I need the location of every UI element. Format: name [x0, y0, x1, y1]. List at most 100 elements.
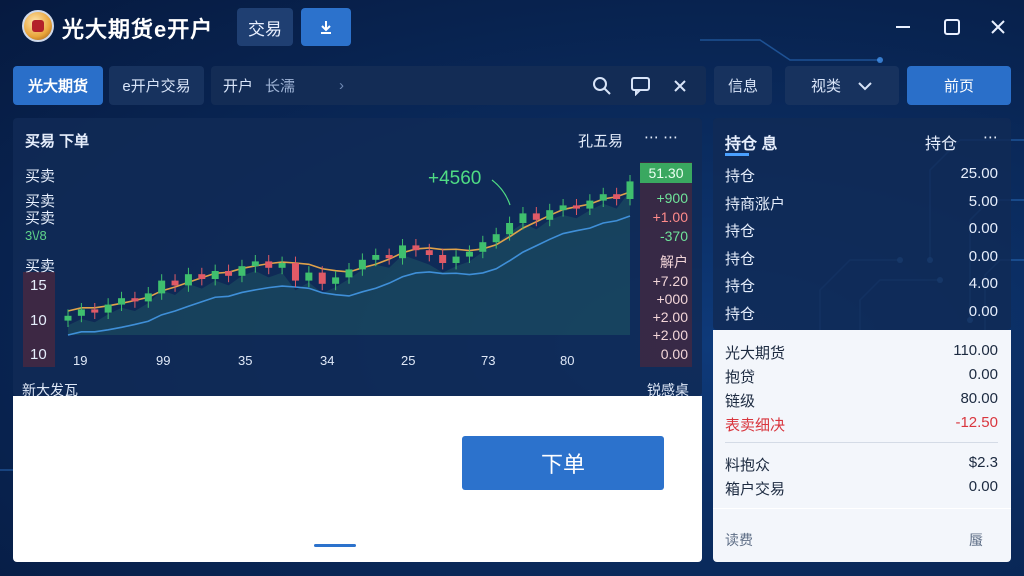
candle[interactable] [599, 194, 607, 201]
summary-value: -12.50 [955, 414, 998, 431]
candle[interactable] [198, 274, 206, 279]
summary-row: 光大期货 110.00 [725, 342, 998, 363]
summary-value: 0.00 [968, 366, 998, 383]
position-row[interactable]: 持商涨户 5.00 [725, 193, 998, 214]
candle[interactable] [64, 315, 72, 321]
candle[interactable] [399, 245, 407, 259]
candle[interactable] [265, 261, 273, 268]
position-row[interactable]: 持仓 25.00 [725, 165, 998, 186]
summary-row: 箱户交易 0.00 [725, 478, 998, 499]
candle[interactable] [479, 242, 487, 252]
candle[interactable] [532, 213, 540, 220]
candle[interactable] [626, 181, 634, 199]
position-row[interactable]: 持仓 4.00 [725, 275, 998, 296]
place-order-button[interactable]: 下单 [462, 436, 664, 490]
summary-value: 110.00 [953, 342, 998, 359]
candle[interactable] [225, 271, 233, 276]
position-value: 0.00 [968, 247, 998, 265]
summary-label: 箱户交易 [725, 481, 786, 498]
position-label: 持仓 [725, 223, 756, 240]
side-value: +1.00 [652, 209, 688, 225]
candle[interactable] [291, 263, 299, 281]
candle[interactable] [358, 259, 366, 270]
candle[interactable] [519, 213, 527, 223]
candle[interactable] [559, 205, 567, 211]
x-tick-label: 73 [481, 353, 496, 368]
positions-header-right: 持仓 [925, 136, 958, 153]
candle[interactable] [506, 223, 514, 235]
candle[interactable] [131, 298, 139, 302]
side-value: -370 [659, 228, 688, 244]
summary-row: 料抱众 $2.3 [725, 454, 998, 475]
candle[interactable] [546, 210, 554, 220]
candle[interactable] [492, 234, 500, 243]
position-value: 5.00 [968, 192, 998, 210]
position-row[interactable]: 持仓 0.00 [725, 248, 998, 269]
candle[interactable] [318, 272, 326, 284]
position-value: 4.00 [968, 275, 998, 292]
side-value: 解户 [660, 254, 688, 270]
candle[interactable] [278, 263, 286, 268]
more-icon[interactable]: ⋯ [983, 128, 998, 146]
summary-label: 料抱众 [725, 457, 771, 474]
summary-value: 0.00 [968, 478, 998, 495]
candle[interactable] [158, 280, 166, 294]
side-value: 0.00 [660, 346, 688, 362]
candle[interactable] [118, 298, 126, 305]
candle[interactable] [613, 194, 621, 199]
x-tick-label: 99 [156, 353, 171, 368]
candle[interactable] [345, 269, 353, 278]
position-label: 持仓 [725, 278, 756, 295]
side-value: +2.00 [652, 327, 688, 343]
side-value: 51.30 [640, 163, 692, 183]
candle[interactable] [439, 255, 447, 263]
candle[interactable] [372, 255, 380, 260]
x-tick-label: 80 [560, 353, 575, 368]
summary-footer-right[interactable]: 蜃 [969, 530, 983, 550]
candle[interactable] [586, 200, 594, 209]
position-label: 持商涨户 [725, 195, 786, 213]
candle[interactable] [425, 250, 433, 255]
candle[interactable] [238, 266, 246, 276]
position-row[interactable]: 持仓 0.00 [725, 303, 998, 324]
candle[interactable] [104, 304, 112, 313]
candle[interactable] [184, 274, 192, 286]
summary-label: 链级 [725, 393, 756, 410]
candle[interactable] [144, 293, 152, 302]
summary-footer-left[interactable]: 读费 [725, 530, 753, 550]
candle[interactable] [211, 271, 219, 279]
candle[interactable] [465, 251, 473, 257]
positions-header[interactable]: 持仓 息 [725, 130, 777, 154]
summary-label: 光大期货 [725, 345, 786, 362]
candle[interactable] [251, 261, 259, 267]
x-tick-label: 25 [401, 353, 416, 368]
x-tick-label: 35 [238, 353, 253, 368]
side-value: +7.20 [652, 273, 688, 289]
summary-label: 表卖细决 [725, 417, 786, 434]
candle[interactable] [572, 205, 580, 209]
x-tick-label: 19 [73, 353, 88, 368]
x-tick-label: 34 [320, 353, 335, 368]
summary-divider [725, 442, 998, 443]
candle[interactable] [412, 245, 420, 251]
position-label: 持仓 [725, 305, 756, 323]
account-summary: 光大期货 110.00 抱贷 0.00 链级 80.00 表卖细决 -12.50 料抱众 $2.3… [713, 330, 1011, 562]
summary-value: $2.3 [968, 454, 998, 471]
side-value: +2.00 [652, 309, 688, 325]
candle[interactable] [452, 256, 460, 263]
position-row[interactable]: 持仓 0.00 [725, 220, 998, 241]
position-value: 25.00 [960, 165, 998, 182]
side-value: +000 [656, 291, 688, 307]
candle[interactable] [77, 309, 85, 316]
annotation-arrow [491, 179, 511, 206]
candle[interactable] [305, 272, 313, 281]
scroll-indicator[interactable] [314, 544, 356, 547]
candle[interactable] [91, 309, 99, 313]
candle[interactable] [385, 255, 393, 259]
summary-label: 抱贷 [725, 369, 756, 386]
summary-value: 80.00 [960, 390, 998, 407]
candle[interactable] [332, 277, 340, 284]
candle[interactable] [171, 280, 179, 286]
summary-row: 表卖细决 -12.50 [725, 414, 998, 435]
position-label: 持仓 [725, 168, 756, 185]
